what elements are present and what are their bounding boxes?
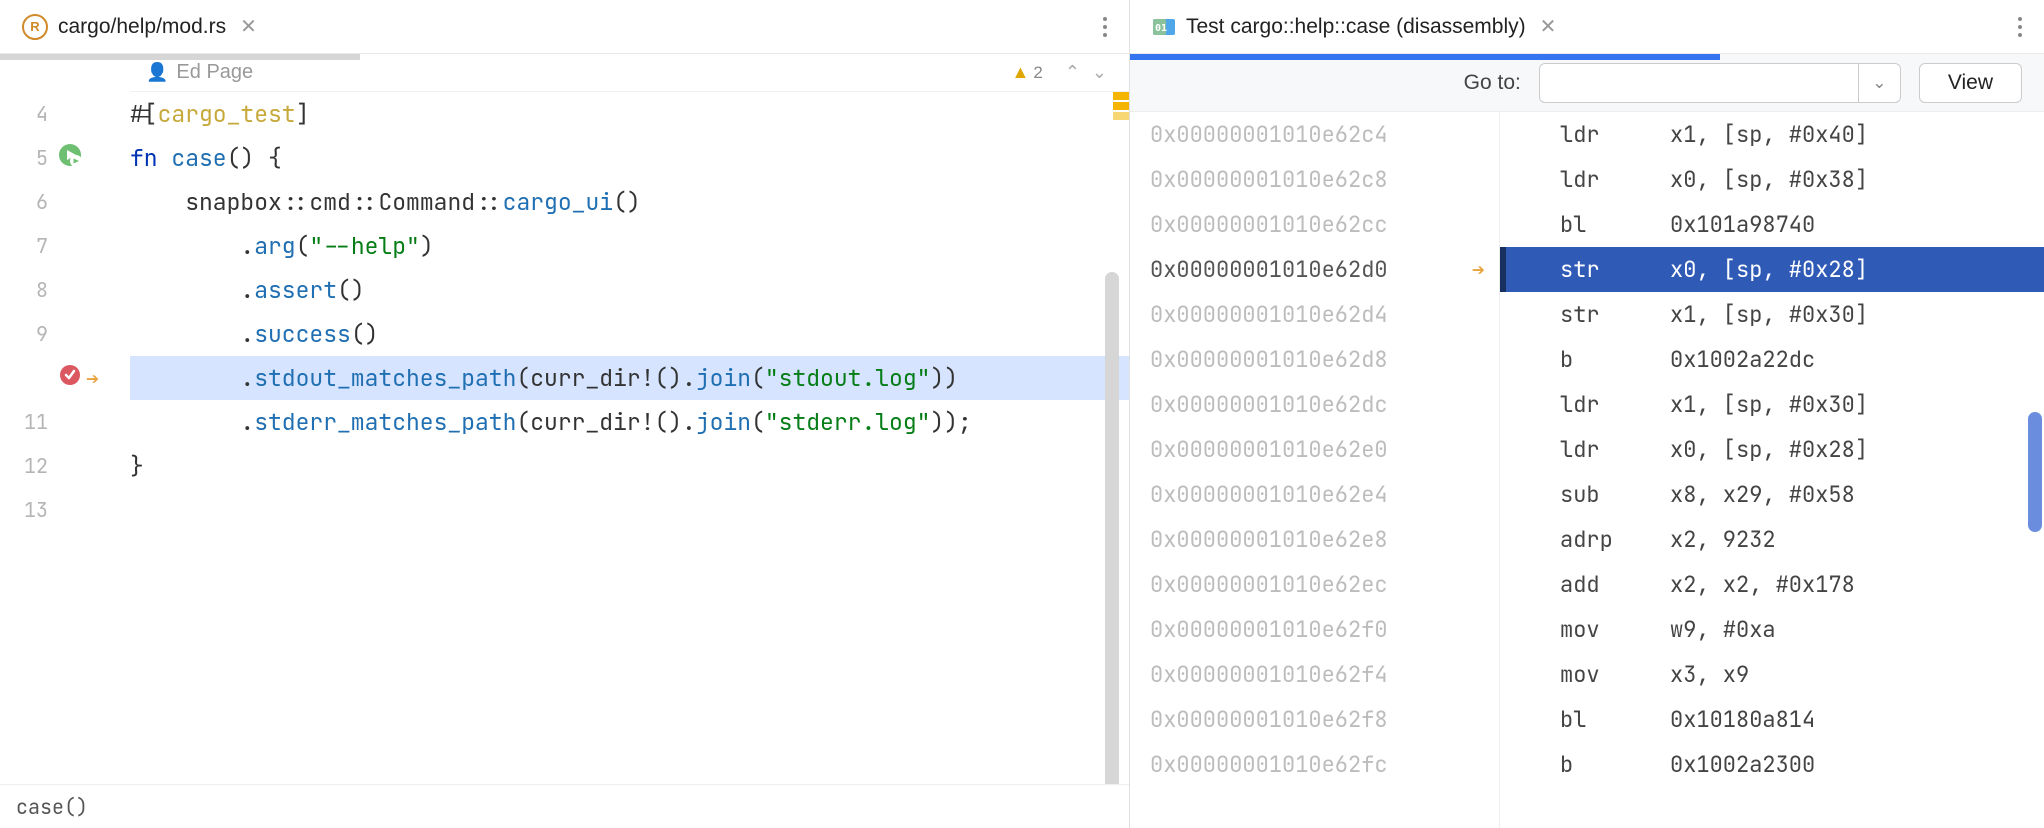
warning-icon[interactable]: ▲ xyxy=(1012,62,1030,83)
editor-tab-bar: R cargo/help/mod.rs ✕ xyxy=(0,0,1129,54)
rust-file-icon: R xyxy=(22,14,48,40)
source-code-area[interactable]: #[cargo_test]fn case() { snapbox::cmd::C… xyxy=(130,92,1129,784)
disasm-scrollbar[interactable] xyxy=(2028,412,2042,532)
code-line[interactable]: .stdout_matches_path(curr_dir!().join("s… xyxy=(130,356,1129,400)
instruction-row[interactable]: ldrx1, [sp, #0x30] xyxy=(1500,382,2044,427)
view-button[interactable]: View xyxy=(1919,63,2022,103)
disasm-tab-bar: 01 Test cargo::help::case (disassembly) … xyxy=(1130,0,2044,54)
code-line[interactable]: fn case() { xyxy=(130,136,1129,180)
address-cell[interactable]: 0x00000001010e62d0➔ xyxy=(1130,247,1499,292)
line-number[interactable]: 5 xyxy=(0,145,58,171)
goto-input[interactable] xyxy=(1539,63,1859,103)
instruction-row[interactable]: strx1, [sp, #0x30] xyxy=(1500,292,2044,337)
line-number[interactable]: 9 xyxy=(0,321,58,347)
address-cell[interactable]: 0x00000001010e62f4 xyxy=(1130,652,1499,697)
address-cell[interactable]: 0x00000001010e62c4 xyxy=(1130,112,1499,157)
tab-overflow-menu[interactable] xyxy=(1089,11,1121,43)
address-cell[interactable]: 0x00000001010e62cc xyxy=(1130,202,1499,247)
tab-source-file[interactable]: R cargo/help/mod.rs ✕ xyxy=(8,0,271,53)
address-cell[interactable]: 0x00000001010e62e8 xyxy=(1130,517,1499,562)
instruction-row[interactable]: subx8, x29, #0x58 xyxy=(1500,472,2044,517)
code-line[interactable] xyxy=(130,488,1129,532)
svg-text:01: 01 xyxy=(1155,23,1167,34)
code-line[interactable]: .assert() xyxy=(130,268,1129,312)
close-tab-icon[interactable]: ✕ xyxy=(1540,14,1557,39)
editor-scrollbar[interactable] xyxy=(1105,272,1119,784)
execution-pointer-icon: ➔ xyxy=(1472,255,1485,284)
address-cell[interactable]: 0x00000001010e62ec xyxy=(1130,562,1499,607)
tab-active-indicator xyxy=(1130,54,1720,60)
address-cell[interactable]: 0x00000001010e62f8 xyxy=(1130,697,1499,742)
instruction-row[interactable]: strx0, [sp, #0x28] xyxy=(1500,247,2044,292)
breakpoint-hit-icon[interactable] xyxy=(58,363,82,393)
disassembly-pane: 01 Test cargo::help::case (disassembly) … xyxy=(1130,0,2044,828)
goto-dropdown-toggle[interactable]: ⌄ xyxy=(1859,63,1901,103)
tab-scrubber[interactable] xyxy=(0,54,360,60)
instruction-row[interactable]: ldrx1, [sp, #0x40] xyxy=(1500,112,2044,157)
line-number[interactable]: 13 xyxy=(0,497,58,523)
next-occurrence-icon[interactable]: ⌄ xyxy=(1092,62,1107,83)
author-icon: 👤 xyxy=(146,62,168,83)
line-number[interactable]: 6 xyxy=(0,189,58,215)
address-column[interactable]: 0x00000001010e62c40x00000001010e62c80x00… xyxy=(1130,112,1500,828)
line-number[interactable]: 7 xyxy=(0,233,58,259)
line-number[interactable]: 11 xyxy=(0,409,58,435)
instruction-row[interactable]: ldrx0, [sp, #0x38] xyxy=(1500,157,2044,202)
code-line[interactable]: } xyxy=(130,444,1129,488)
instruction-row[interactable]: b0x1002a2300 xyxy=(1500,742,2044,787)
vertical-dots-icon xyxy=(2018,17,2022,37)
address-cell[interactable]: 0x00000001010e62d8 xyxy=(1130,337,1499,382)
author-name: Ed Page xyxy=(176,61,253,84)
disassembly-file-icon: 01 xyxy=(1152,15,1176,39)
source-editor-pane: R cargo/help/mod.rs ✕ 👤 Ed Page ▲ 2 ⌃ ⌄ xyxy=(0,0,1130,828)
tab-label: Test cargo::help::case (disassembly) xyxy=(1186,15,1526,39)
address-cell[interactable]: 0x00000001010e62fc xyxy=(1130,742,1499,787)
code-line[interactable]: .stderr_matches_path(curr_dir!().join("s… xyxy=(130,400,1129,444)
instruction-row[interactable]: addx2, x2, #0x178 xyxy=(1500,562,2044,607)
chevron-down-icon: ⌄ xyxy=(1872,73,1886,93)
run-gutter-icon[interactable] xyxy=(58,143,82,173)
instruction-column[interactable]: ldrx1, [sp, #0x40]ldrx0, [sp, #0x38]bl0x… xyxy=(1500,112,2044,828)
address-cell[interactable]: 0x00000001010e62e0 xyxy=(1130,427,1499,472)
address-cell[interactable]: 0x00000001010e62f0 xyxy=(1130,607,1499,652)
code-line[interactable]: .success() xyxy=(130,312,1129,356)
instruction-row[interactable]: bl0x101a98740 xyxy=(1500,202,2044,247)
instruction-row[interactable]: bl0x10180a814 xyxy=(1500,697,2044,742)
address-cell[interactable]: 0x00000001010e62c8 xyxy=(1130,157,1499,202)
line-number[interactable]: 8 xyxy=(0,277,58,303)
disassembly-body: 0x00000001010e62c40x00000001010e62c80x00… xyxy=(1130,112,2044,828)
address-cell[interactable]: 0x00000001010e62e4 xyxy=(1130,472,1499,517)
tab-label: cargo/help/mod.rs xyxy=(58,15,226,39)
warning-count: 2 xyxy=(1033,63,1042,83)
instruction-row[interactable]: ldrx0, [sp, #0x28] xyxy=(1500,427,2044,472)
tab-overflow-menu[interactable] xyxy=(2004,11,2036,43)
goto-label: Go to: xyxy=(1464,71,1521,95)
code-line[interactable]: .arg("--help") xyxy=(130,224,1129,268)
editor-body: 4 5 6 7 8 9 ➔ 11 12 13 #[cargo_test]fn case() { s… xyxy=(0,92,1129,784)
instruction-row[interactable]: movx3, x9 xyxy=(1500,652,2044,697)
line-number-gutter[interactable]: 4 5 6 7 8 9 ➔ 11 12 13 xyxy=(0,92,130,784)
line-number[interactable]: 4 xyxy=(0,101,58,127)
execution-pointer-icon: ➔ xyxy=(86,364,99,393)
breadcrumb-bar[interactable]: case() xyxy=(0,784,1129,828)
address-cell[interactable]: 0x00000001010e62d4 xyxy=(1130,292,1499,337)
instruction-row[interactable]: b0x1002a22dc xyxy=(1500,337,2044,382)
line-number[interactable]: 12 xyxy=(0,453,58,479)
vertical-dots-icon xyxy=(1103,17,1107,37)
goto-toolbar: Go to: ⌄ View xyxy=(1130,54,2044,112)
instruction-row[interactable]: movw9, #0xa xyxy=(1500,607,2044,652)
code-line[interactable]: snapbox::cmd::Command::cargo_ui() xyxy=(130,180,1129,224)
code-line[interactable]: #[cargo_test] xyxy=(130,92,1129,136)
instruction-row[interactable]: adrpx2, 9232 xyxy=(1500,517,2044,562)
prev-occurrence-icon[interactable]: ⌃ xyxy=(1065,62,1080,83)
address-cell[interactable]: 0x00000001010e62dc xyxy=(1130,382,1499,427)
breadcrumb-symbol: case() xyxy=(16,794,88,820)
close-tab-icon[interactable]: ✕ xyxy=(240,14,257,39)
tab-disassembly[interactable]: 01 Test cargo::help::case (disassembly) … xyxy=(1138,0,1570,53)
